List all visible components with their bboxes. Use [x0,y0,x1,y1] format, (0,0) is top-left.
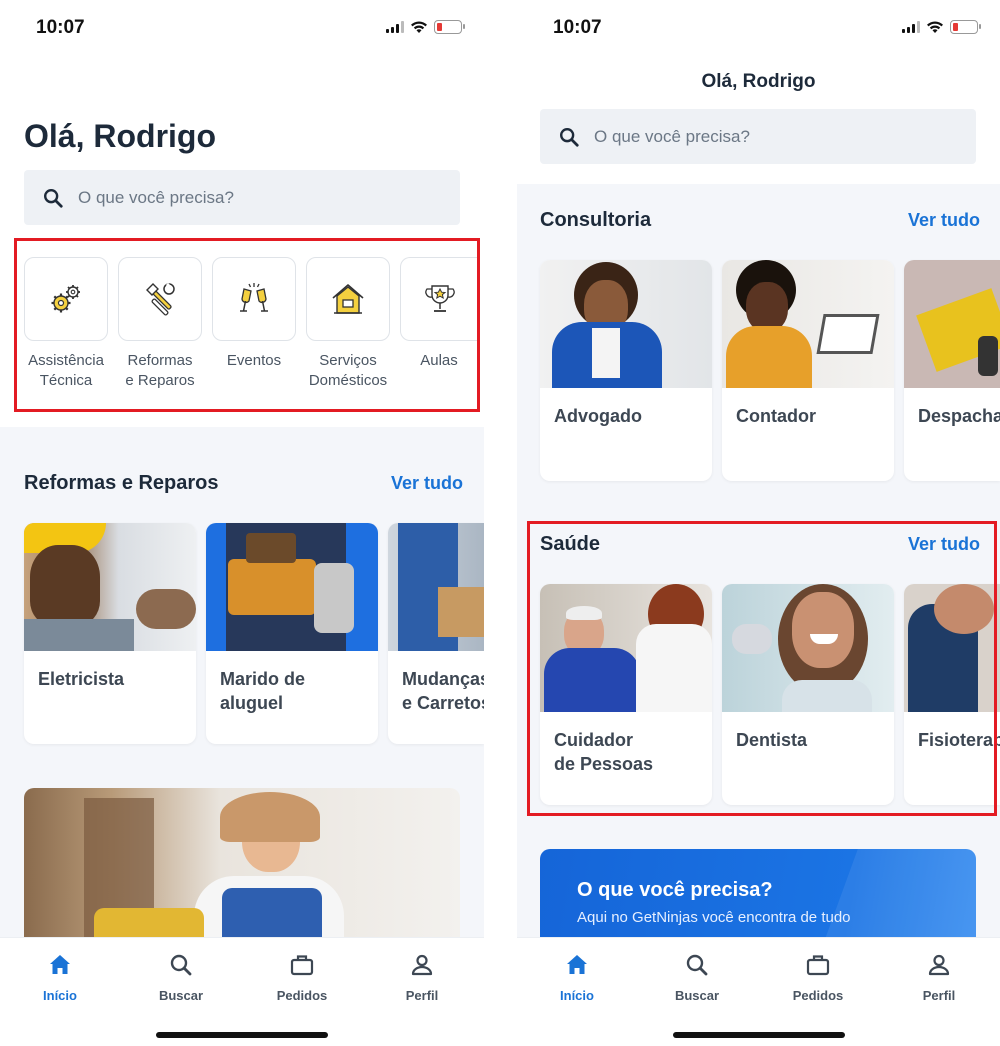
status-time: 10:07 [553,17,602,38]
card-title: Mudanças e Carretos [402,669,484,713]
card-title: Contador [736,406,816,426]
nav-pedidos[interactable]: Pedidos [262,952,342,1003]
highlight-box-categories [14,238,480,412]
greeting-title: Olá, Rodrigo [24,118,216,154]
consultoria-card-list: Advogado Contador Despachante [540,260,1000,481]
card-title: Despachante [918,406,1000,426]
nav-inicio[interactable]: Início [537,952,617,1003]
mudancas-photo [388,523,484,651]
nav-perfil[interactable]: Perfil [382,952,462,1003]
search-placeholder: O que você precisa? [594,126,750,146]
battery-icon [434,20,465,34]
battery-icon [950,20,981,34]
briefcase-icon [806,955,830,976]
phone-screen-home: 10:07 Olá, Rodrigo O que você precisa? A… [0,0,484,1046]
status-bar: 10:07 [0,0,484,56]
search-input[interactable]: O que você precisa? [540,109,976,164]
person-icon [928,954,950,976]
search-input[interactable]: O que você precisa? [24,170,460,225]
search-icon [44,188,63,208]
highlight-box-saude [527,521,997,816]
promo-text: Aqui no GetNinjas você encontra de tudo [577,909,851,926]
bottom-nav: Início Buscar Pedidos Perfil [517,937,1000,1046]
service-card-list: Eletricista Marido de aluguel Mudanças e… [24,523,484,744]
service-card-eletricista[interactable]: Eletricista [24,523,196,744]
search-icon [170,954,192,976]
card-title: Advogado [554,406,642,426]
greeting-title: Olá, Rodrigo [701,71,816,92]
nav-buscar[interactable]: Buscar [141,952,221,1003]
wifi-icon [927,21,943,33]
service-card-advogado[interactable]: Advogado [540,260,712,481]
cellular-signal-icon [386,21,404,33]
card-title: Eletricista [38,669,125,689]
briefcase-icon [290,955,314,976]
cellular-signal-icon [902,21,920,33]
marido-de-aluguel-photo [206,523,378,651]
contador-photo [722,260,894,388]
service-card-marido-de-aluguel[interactable]: Marido de aluguel [206,523,378,744]
home-indicator [672,1032,845,1038]
despachante-photo [904,260,1000,388]
search-icon [560,127,579,147]
eletricista-photo [24,523,196,651]
section-title-reformas: Reformas e Reparos [24,472,219,494]
service-card-despachante[interactable]: Despachante [904,260,1000,481]
ver-tudo-link[interactable]: Ver tudo [391,473,463,494]
bottom-nav: Início Buscar Pedidos Perfil [0,937,484,1046]
home-indicator [156,1032,328,1038]
featured-card-domesticos-photo[interactable] [24,788,460,948]
section-title-consultoria: Consultoria [540,209,652,231]
status-bar: 10:07 [517,0,1000,56]
ver-tudo-link[interactable]: Ver tudo [908,210,980,231]
nav-pedidos[interactable]: Pedidos [778,952,858,1003]
service-card-mudancas[interactable]: Mudanças e Carretos [388,523,484,744]
person-icon [411,954,433,976]
advogado-photo [540,260,712,388]
nav-buscar[interactable]: Buscar [657,952,737,1003]
home-icon [50,955,70,974]
phone-screen-scrolled: 10:07 Olá, Rodrigo O que você precisa? C… [517,0,1000,1046]
status-time: 10:07 [36,17,85,38]
search-placeholder: O que você precisa? [78,187,234,207]
service-card-contador[interactable]: Contador [722,260,894,481]
home-icon [567,955,587,974]
nav-perfil[interactable]: Perfil [899,952,979,1003]
promo-title: O que você precisa? [577,879,773,901]
nav-inicio[interactable]: Início [20,952,100,1003]
search-icon [686,954,708,976]
card-title: Marido de aluguel [220,669,306,713]
wifi-icon [411,21,427,33]
